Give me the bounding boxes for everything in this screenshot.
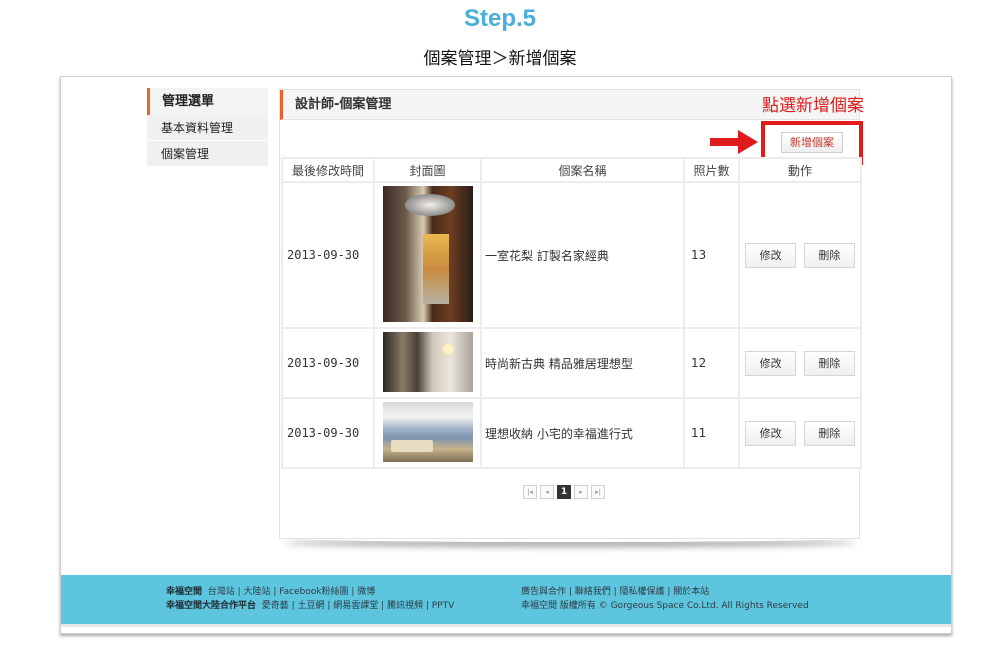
edit-button[interactable]: 修改 <box>745 350 797 376</box>
case-table: 最後修改時間 封面圖 個案名稱 照片數 動作 2013-09-30 一室花梨 訂… <box>281 157 862 469</box>
table-row: 2013-09-30 理想收納 小宅的幸福進行式 11 修改 刪除 <box>281 397 862 469</box>
table-row: 2013-09-30 時尚新古典 精品雅居理想型 12 修改 刪除 <box>281 327 862 399</box>
row-photo-count: 11 <box>683 397 740 469</box>
prev-page-button[interactable]: ◂ <box>540 485 554 499</box>
row-actions: 修改 刪除 <box>738 181 862 329</box>
column-header-case-name: 個案名稱 <box>480 157 685 183</box>
column-header-cover: 封面圖 <box>373 157 482 183</box>
next-page-button[interactable]: ▸ <box>574 485 588 499</box>
pagination: |◂ ◂ 1 ▸ ▸| <box>523 485 608 499</box>
cover-image <box>382 331 473 392</box>
row-cover <box>373 397 482 469</box>
row-date: 2013-09-30 <box>281 327 375 399</box>
row-actions: 修改 刪除 <box>738 397 862 469</box>
edit-button[interactable]: 修改 <box>745 420 797 446</box>
row-photo-count: 13 <box>683 181 740 329</box>
sidebar-title: 管理選單 <box>147 88 268 115</box>
footer-copyright: 幸福空間 版權所有 © Gorgeous Space Co.Ltd. All R… <box>521 601 809 611</box>
cover-image <box>382 401 473 462</box>
current-page[interactable]: 1 <box>557 485 571 499</box>
row-case-name: 一室花梨 訂製名家經典 <box>480 181 685 329</box>
footer-partner-links[interactable]: 愛奇藝 | 土豆網 | 網易雲課堂 | 騰訊視頻 | PPTV <box>262 601 455 611</box>
footer-info-links[interactable]: 廣告與合作 | 聯絡我們 | 隱私權保護 | 關於本站 <box>521 585 809 599</box>
last-page-button[interactable]: ▸| <box>591 485 605 499</box>
first-page-button[interactable]: |◂ <box>523 485 537 499</box>
table-row: 2013-09-30 一室花梨 訂製名家經典 13 修改 刪除 <box>281 181 862 329</box>
column-header-actions: 動作 <box>738 157 862 183</box>
footer-left: 幸福空間 台灣站 | 大陸站 | Facebook粉絲團 | 微博 幸福空間大陸… <box>166 585 454 613</box>
row-photo-count: 12 <box>683 327 740 399</box>
footer: 幸福空間 台灣站 | 大陸站 | Facebook粉絲團 | 微博 幸福空間大陸… <box>61 575 951 624</box>
row-case-name: 時尚新古典 精品雅居理想型 <box>480 327 685 399</box>
row-actions: 修改 刪除 <box>738 327 862 399</box>
row-date: 2013-09-30 <box>281 397 375 469</box>
row-case-name: 理想收納 小宅的幸福進行式 <box>480 397 685 469</box>
footer-partner-brand: 幸福空間大陸合作平台 <box>166 601 257 611</box>
sidebar-item-basic-info[interactable]: 基本資料管理 <box>147 115 268 141</box>
step-title: Step.5 <box>463 5 537 32</box>
row-cover <box>373 327 482 399</box>
delete-button[interactable]: 刪除 <box>803 242 855 268</box>
row-cover <box>373 181 482 329</box>
annotation-arrow-icon <box>710 130 758 154</box>
table-header-row: 最後修改時間 封面圖 個案名稱 照片數 動作 <box>281 157 862 183</box>
footer-right: 廣告與合作 | 聯絡我們 | 隱私權保護 | 關於本站 幸福空間 版權所有 © … <box>521 585 809 613</box>
cover-image <box>382 185 473 322</box>
sidebar: 管理選單 基本資料管理 個案管理 <box>147 88 268 167</box>
delete-button[interactable]: 刪除 <box>803 350 855 376</box>
annotation-label: 點選新增個案 <box>762 96 864 116</box>
edit-button[interactable]: 修改 <box>745 242 797 268</box>
footer-site-links[interactable]: 台灣站 | 大陸站 | Facebook粉絲團 | 微博 <box>208 587 376 597</box>
column-header-last-modified: 最後修改時間 <box>281 157 375 183</box>
column-header-photo-count: 照片數 <box>683 157 740 183</box>
step-subtitle: 個案管理＞新增個案 <box>423 49 577 69</box>
row-date: 2013-09-30 <box>281 181 375 329</box>
footer-bottom-line <box>61 624 951 627</box>
sidebar-item-case-management[interactable]: 個案管理 <box>147 141 268 167</box>
footer-brand: 幸福空間 <box>166 587 203 597</box>
delete-button[interactable]: 刪除 <box>803 420 855 446</box>
